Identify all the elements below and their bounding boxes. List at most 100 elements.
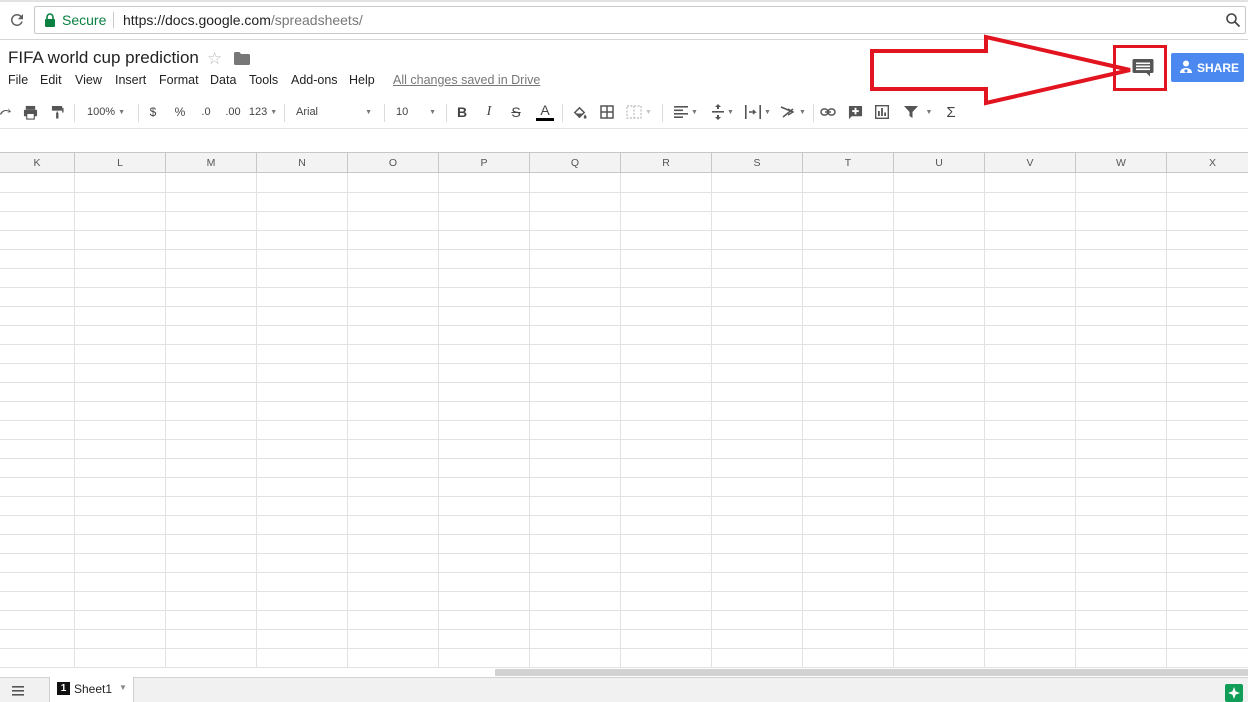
column-header-n[interactable]: N [257, 153, 348, 173]
text-rotation-icon[interactable]: ▼ [777, 97, 809, 127]
toolbar-divider [138, 104, 139, 122]
sheet-dropdown-icon[interactable]: ▼ [119, 683, 127, 692]
horizontal-align-icon[interactable]: ▼ [669, 97, 703, 127]
percent-format-button[interactable]: % [170, 97, 190, 127]
column-gridline [802, 173, 803, 668]
column-gridline [438, 173, 439, 668]
filter-icon[interactable]: ▼ [899, 97, 937, 127]
column-header-r[interactable]: R [621, 153, 712, 173]
row-gridline [0, 458, 1248, 459]
sheet-tab-sheet1[interactable]: 1 Sheet1 ▼ [49, 677, 134, 702]
borders-icon[interactable] [597, 97, 617, 127]
menu-format[interactable]: Format [159, 73, 199, 87]
font-family-select[interactable]: Arial ▼ [292, 97, 376, 127]
more-formats-label: 123 [248, 106, 268, 118]
functions-button[interactable]: Σ [941, 97, 961, 127]
star-icon[interactable]: ☆ [207, 49, 222, 69]
merge-cells-icon[interactable]: ▼ [624, 97, 654, 127]
row-gridline [0, 667, 1248, 668]
zoom-icon[interactable] [1225, 12, 1241, 28]
menu-data[interactable]: Data [210, 73, 236, 87]
fill-color-icon[interactable] [569, 97, 589, 127]
dropdown-caret-icon: ▼ [429, 108, 436, 116]
strikethrough-button[interactable]: S [506, 97, 526, 127]
row-gridline [0, 496, 1248, 497]
column-header-l[interactable]: L [75, 153, 166, 173]
url-text[interactable]: https://docs.google.com/spreadsheets/ [123, 12, 363, 28]
increase-decimals-button[interactable]: .00 [221, 97, 245, 127]
column-header-t[interactable]: T [803, 153, 894, 173]
secure-label: Secure [62, 12, 107, 28]
column-gridline [1075, 173, 1076, 668]
column-header-x[interactable]: X [1167, 153, 1248, 173]
bold-button[interactable]: B [452, 97, 472, 127]
column-header-k[interactable]: K [0, 153, 75, 173]
lock-icon [45, 13, 55, 27]
row-gridline [0, 591, 1248, 592]
more-formats-button[interactable]: 123 ▼ [248, 97, 278, 127]
insert-link-icon[interactable] [818, 97, 838, 127]
italic-button[interactable]: I [479, 97, 499, 127]
annotation-arrow [870, 34, 1131, 106]
row-gridline [0, 629, 1248, 630]
dropdown-caret-icon: ▼ [727, 108, 734, 116]
text-color-button[interactable]: A [534, 97, 556, 127]
row-gridline [0, 211, 1248, 212]
document-title[interactable]: FIFA world cup prediction [8, 48, 199, 68]
column-header-v[interactable]: V [985, 153, 1076, 173]
all-sheets-icon[interactable] [10, 685, 26, 697]
vertical-align-icon[interactable]: ▼ [706, 97, 740, 127]
column-header-u[interactable]: U [894, 153, 985, 173]
toolbar-divider [813, 104, 814, 122]
address-bar[interactable]: Secure https://docs.google.com/spreadshe… [34, 6, 1246, 34]
column-header-s[interactable]: S [712, 153, 803, 173]
print-icon[interactable] [20, 97, 40, 127]
menu-insert[interactable]: Insert [115, 73, 146, 87]
currency-format-button[interactable]: $ [143, 97, 163, 127]
row-gridline [0, 363, 1248, 364]
share-button[interactable]: SHARE [1171, 53, 1244, 82]
menu-file[interactable]: File [8, 73, 28, 87]
column-header-o[interactable]: O [348, 153, 439, 173]
dropdown-caret-icon: ▼ [270, 108, 278, 116]
dropdown-caret-icon: ▼ [925, 108, 933, 116]
share-label: SHARE [1197, 61, 1240, 75]
column-header-p[interactable]: P [439, 153, 530, 173]
explore-icon[interactable] [1225, 684, 1243, 702]
menu-edit[interactable]: Edit [40, 73, 62, 87]
row-gridline [0, 534, 1248, 535]
menu-help[interactable]: Help [349, 73, 375, 87]
paint-format-icon[interactable] [48, 97, 66, 127]
horizontal-scrollbar[interactable] [495, 669, 1248, 676]
column-header-m[interactable]: M [166, 153, 257, 173]
comment-icon [1132, 59, 1154, 77]
sheet-tab-label: Sheet1 [74, 682, 113, 696]
row-gridline [0, 344, 1248, 345]
row-gridline [0, 268, 1248, 269]
row-gridline [0, 515, 1248, 516]
toolbar-divider [74, 104, 75, 122]
text-wrapping-icon[interactable]: ▼ [742, 97, 774, 127]
insert-chart-icon[interactable] [872, 97, 892, 127]
spreadsheet-grid[interactable]: K L M N O P Q R S T U V W X [0, 152, 1248, 668]
font-size-select[interactable]: 10 ▼ [392, 97, 440, 127]
row-gridline [0, 401, 1248, 402]
row-gridline [0, 249, 1248, 250]
reload-icon[interactable] [8, 11, 26, 29]
zoom-select[interactable]: 100% ▼ [80, 97, 132, 127]
decrease-decimals-button[interactable]: .0 [195, 97, 217, 127]
cell-area[interactable] [0, 173, 1248, 668]
redo-icon[interactable] [0, 97, 12, 127]
comments-button[interactable] [1123, 52, 1163, 82]
column-header-w[interactable]: W [1076, 153, 1167, 173]
insert-comment-icon[interactable] [845, 97, 865, 127]
menu-add-ons[interactable]: Add-ons [291, 73, 338, 87]
column-header-q[interactable]: Q [530, 153, 621, 173]
row-gridline [0, 610, 1248, 611]
text-color-swatch [536, 118, 554, 121]
toolbar-divider [284, 104, 285, 122]
save-status-link[interactable]: All changes saved in Drive [393, 73, 540, 87]
menu-view[interactable]: View [75, 73, 102, 87]
folder-icon[interactable] [234, 52, 250, 65]
menu-tools[interactable]: Tools [249, 73, 278, 87]
